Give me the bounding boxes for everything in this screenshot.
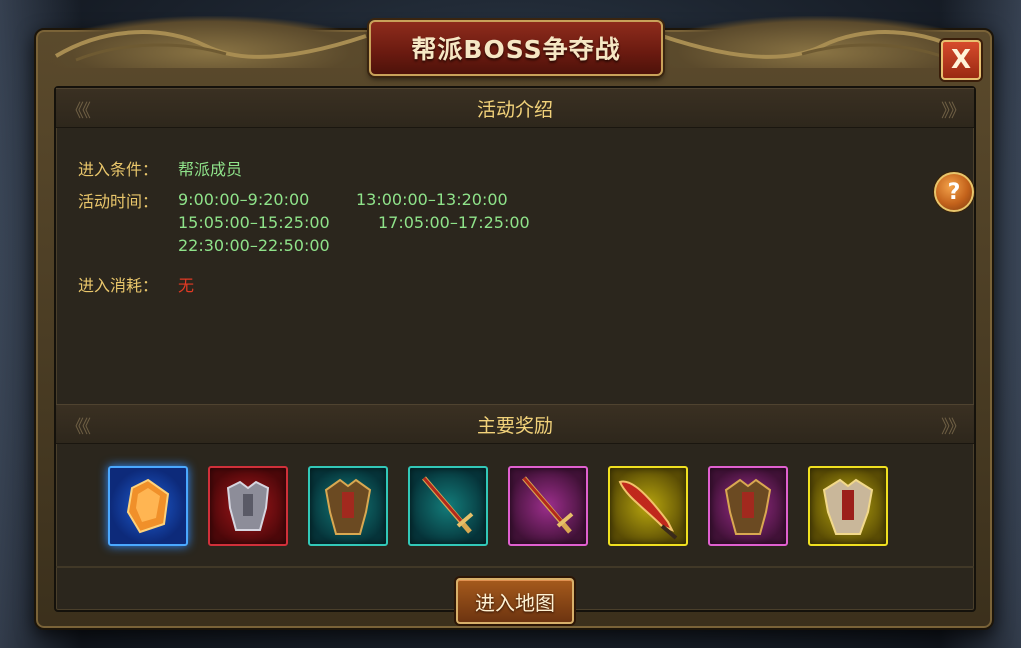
- activity-time-list: 9:00:00–9:20:00 13:00:00–13:20:00 15:05:0…: [178, 188, 530, 257]
- close-icon: X: [950, 45, 972, 75]
- rewards-header-title: 主要奖励: [476, 414, 553, 437]
- frame-ornament-right: [652, 16, 982, 68]
- header-deco-left-icon: 《《: [66, 417, 91, 438]
- reward-item-gem[interactable]: [108, 466, 188, 546]
- help-button[interactable]: ?: [934, 172, 974, 212]
- reward-item-armor[interactable]: [708, 466, 788, 546]
- time-slot: 9:00:00–9:20:00: [178, 190, 310, 209]
- dialog-content: 《《 活动介绍 》》 ? 进入条件： 帮派成员 活动时间： 9:00:00–9:2…: [54, 86, 976, 624]
- reward-item-armor[interactable]: [808, 466, 888, 546]
- reward-item-armor[interactable]: [208, 466, 288, 546]
- activity-time-label: 活动时间：: [78, 192, 159, 211]
- entry-condition-label: 进入条件：: [78, 160, 159, 179]
- reward-item-sword[interactable]: [408, 466, 488, 546]
- armor-icon: [822, 478, 874, 535]
- time-slot: 22:30:00–22:50:00: [178, 236, 330, 255]
- header-deco-right-icon: 》》: [941, 417, 966, 438]
- enter-map-button[interactable]: 进入地图: [456, 578, 574, 624]
- entry-cost-value: 无: [178, 276, 195, 295]
- boss-battle-dialog: 帮派BOSS争夺战 X 《《 活动介绍 》》 ? 进入条件： 帮派成员 活动时间：…: [34, 16, 994, 630]
- entry-condition-value: 帮派成员: [178, 160, 243, 179]
- reward-item-sword[interactable]: [508, 466, 588, 546]
- time-slot: 13:00:00–13:20:00: [356, 190, 508, 209]
- question-mark-icon: ?: [947, 179, 961, 205]
- activity-time-row: 活动时间： 9:00:00–9:20:00 13:00:00–13:20:00 1…: [78, 188, 530, 257]
- dialog-title: 帮派BOSS争夺战: [411, 35, 621, 64]
- sword-icon: [422, 476, 474, 534]
- entry-cost-row: 进入消耗： 无: [78, 272, 194, 296]
- rewards-section-header: 《《 主要奖励 》》: [56, 404, 974, 444]
- gem-icon: [126, 478, 170, 534]
- header-deco-left-icon: 《《: [66, 101, 91, 122]
- time-slot: 17:05:00–17:25:00: [378, 213, 530, 232]
- sword-icon: [522, 476, 574, 534]
- footer-divider: [56, 566, 974, 568]
- armor-icon: [724, 478, 772, 535]
- entry-cost-label: 进入消耗：: [78, 276, 159, 295]
- close-button[interactable]: X: [941, 40, 981, 80]
- intro-section-header: 《《 活动介绍 》》: [56, 88, 974, 128]
- title-banner: 帮派BOSS争夺战: [369, 20, 663, 76]
- reward-item-armor[interactable]: [308, 466, 388, 546]
- frame-ornament-left: [46, 16, 376, 68]
- intro-header-title: 活动介绍: [476, 98, 553, 121]
- time-slot: 15:05:00–15:25:00: [178, 213, 330, 232]
- blade-icon: [618, 480, 678, 540]
- header-deco-right-icon: 》》: [941, 101, 966, 122]
- reward-list: [108, 466, 908, 546]
- armor-icon: [226, 480, 270, 531]
- reward-item-blade[interactable]: [608, 466, 688, 546]
- entry-condition-row: 进入条件： 帮派成员: [78, 156, 242, 180]
- armor-icon: [324, 478, 372, 535]
- enter-map-label: 进入地图: [475, 590, 555, 615]
